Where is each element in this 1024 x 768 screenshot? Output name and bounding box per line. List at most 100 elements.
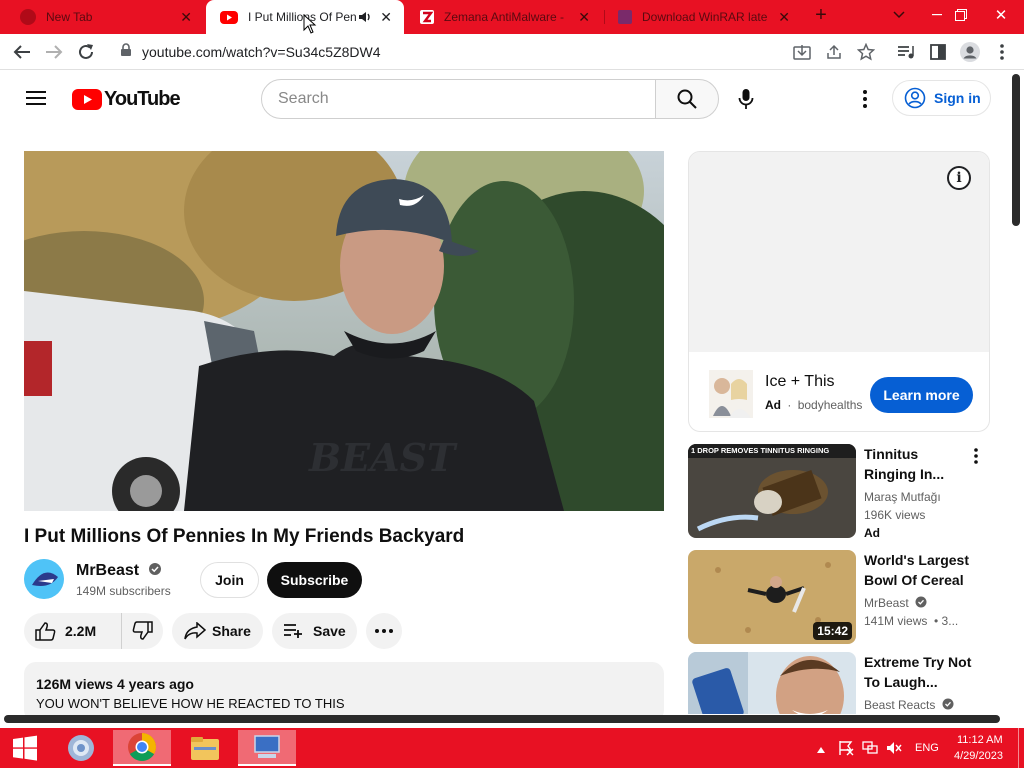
reload-icon[interactable] <box>74 40 98 64</box>
thumbs-up-icon <box>35 622 56 641</box>
reacts-thumbnail-image <box>688 652 856 714</box>
volume-muted-icon[interactable] <box>886 740 902 761</box>
sign-in-button[interactable]: Sign in <box>892 80 991 116</box>
tab-search-chevron-icon[interactable] <box>882 0 916 30</box>
windows-taskbar: ENG 11:12 AM 4/29/2023 <box>0 728 1024 768</box>
video-frame: BEAST <box>24 151 664 511</box>
sign-in-label: Sign in <box>934 90 981 106</box>
learn-more-button[interactable]: Learn more <box>870 377 973 413</box>
share-button[interactable]: Share <box>172 613 263 649</box>
youtube-icon <box>220 10 238 24</box>
recommendation-thumbnail[interactable]: 1 DROP REMOVES TINNITUS RINGING <box>688 444 856 538</box>
search-button[interactable] <box>655 79 719 119</box>
show-hidden-icons-chevron[interactable] <box>816 741 826 759</box>
computer-icon <box>254 735 280 758</box>
browser-menu-icon[interactable] <box>990 40 1014 64</box>
folder-icon <box>191 737 219 760</box>
tab-winrar[interactable]: Download WinRAR late ✕ <box>604 0 802 34</box>
ad-title[interactable]: Ice + This <box>765 373 835 391</box>
verified-check-icon <box>148 563 161 575</box>
close-icon[interactable]: ✕ <box>778 9 790 26</box>
video-duration: 15:42 <box>813 622 852 640</box>
side-panel-icon[interactable] <box>926 40 950 64</box>
close-icon[interactable]: ✕ <box>180 9 192 26</box>
address-bar[interactable]: youtube.com/watch?v=Su34c5Z8DW4 <box>108 38 888 66</box>
join-button[interactable]: Join <box>200 562 259 598</box>
recommendation-title[interactable]: Extreme Try Not To Laugh... <box>864 652 976 692</box>
speaker-icon[interactable] <box>358 10 372 27</box>
control-panel-taskbar-icon[interactable] <box>238 730 296 766</box>
close-icon[interactable]: ✕ <box>578 9 590 26</box>
playlist-add-icon <box>284 624 302 638</box>
ad-card[interactable]: i Ice + This Ad · bodyhealths Learn more <box>688 151 990 432</box>
recommendation-channel[interactable]: Beast Reacts <box>864 698 954 712</box>
save-button[interactable]: Save <box>272 613 357 649</box>
account-circle-icon <box>904 87 926 109</box>
description-box[interactable]: 126M views 4 years ago YOU WON'T BELIEVE… <box>24 662 664 722</box>
back-arrow-icon[interactable] <box>10 40 34 64</box>
horizontal-scrollbar[interactable] <box>4 715 1000 723</box>
chrome-taskbar-icon[interactable] <box>113 730 171 766</box>
channel-name[interactable]: MrBeast <box>76 562 162 580</box>
recommendation-thumbnail[interactable]: 15:42 <box>688 550 856 644</box>
install-app-icon[interactable] <box>790 40 814 64</box>
info-icon[interactable]: i <box>947 166 971 190</box>
clock-time[interactable]: 11:12 AM <box>957 734 1003 746</box>
more-actions-button[interactable] <box>366 613 402 649</box>
recommendation-thumbnail[interactable] <box>688 652 856 714</box>
show-desktop-button[interactable] <box>1018 728 1024 768</box>
media-controls-icon[interactable] <box>894 40 918 64</box>
search-box[interactable] <box>261 79 656 119</box>
youtube-header: YouTube Sign in <box>0 70 1010 128</box>
browser-tab-strip: New Tab ✕ I Put Millions Of Pen ✕ Zemana… <box>0 0 1024 34</box>
share-icon[interactable] <box>822 40 846 64</box>
like-count: 2.2M <box>65 623 97 639</box>
ad-thumbnail[interactable] <box>709 370 753 418</box>
recommendation-title[interactable]: Tinnitus Ringing In... <box>864 444 974 484</box>
video-player[interactable]: BEAST <box>24 151 664 511</box>
ie-taskbar-icon[interactable] <box>52 730 110 766</box>
lock-icon[interactable] <box>120 42 132 62</box>
chrome-icon <box>20 9 36 25</box>
url-text: youtube.com/watch?v=Su34c5Z8DW4 <box>142 44 381 60</box>
file-explorer-taskbar-icon[interactable] <box>176 730 234 766</box>
tab-new-tab[interactable]: New Tab ✕ <box>6 0 204 34</box>
subscribe-button[interactable]: Subscribe <box>267 562 362 598</box>
recommendation-channel[interactable]: Maraş Mutfağı <box>864 490 941 504</box>
action-center-flag-icon[interactable] <box>838 740 854 761</box>
channel-avatar[interactable] <box>24 559 64 599</box>
close-window-button[interactable]: ✕ <box>984 0 1018 30</box>
network-icon[interactable] <box>862 740 878 761</box>
vertical-scrollbar[interactable] <box>1012 74 1020 226</box>
profile-avatar-icon[interactable] <box>958 40 982 64</box>
ad-image-icon <box>709 370 753 418</box>
ad-media[interactable] <box>689 152 989 352</box>
recommendation-title[interactable]: World's Largest Bowl Of Cereal <box>864 550 976 590</box>
tab-title: Zemana AntiMalware - <box>444 10 565 24</box>
views-and-date: 126M views 4 years ago <box>36 676 194 692</box>
search-input[interactable] <box>278 90 638 108</box>
recommendation-item[interactable]: 1 DROP REMOVES TINNITUS RINGING Tinnitus… <box>688 444 993 540</box>
restore-button[interactable] <box>944 0 978 30</box>
like-button[interactable]: 2.2M <box>24 613 122 649</box>
close-icon[interactable]: ✕ <box>380 9 392 26</box>
bookmark-star-icon[interactable] <box>854 40 878 64</box>
channel-text: Beast Reacts <box>864 698 936 712</box>
clock-date[interactable]: 4/29/2023 <box>954 750 1003 762</box>
recommendation-item[interactable]: 15:42 World's Largest Bowl Of Cereal MrB… <box>688 550 993 646</box>
youtube-logo[interactable]: YouTube <box>72 88 181 111</box>
dislike-button[interactable] <box>122 613 162 649</box>
tab-zemana[interactable]: Zemana AntiMalware - ✕ <box>406 0 602 34</box>
more-vertical-icon[interactable] <box>974 448 978 469</box>
svg-text:BEAST: BEAST <box>308 435 458 480</box>
microphone-icon[interactable] <box>738 88 754 115</box>
language-indicator[interactable]: ENG <box>915 742 939 754</box>
winrar-icon <box>618 10 632 24</box>
settings-more-icon[interactable] <box>863 90 867 113</box>
hamburger-menu-icon[interactable] <box>26 90 46 111</box>
start-button[interactable] <box>0 730 50 766</box>
recommendation-channel[interactable]: MrBeast <box>864 596 927 610</box>
new-tab-button[interactable]: + <box>804 0 838 30</box>
recommendation-item[interactable]: Extreme Try Not To Laugh... Beast Reacts <box>688 652 993 714</box>
forward-arrow-icon[interactable] <box>42 40 66 64</box>
